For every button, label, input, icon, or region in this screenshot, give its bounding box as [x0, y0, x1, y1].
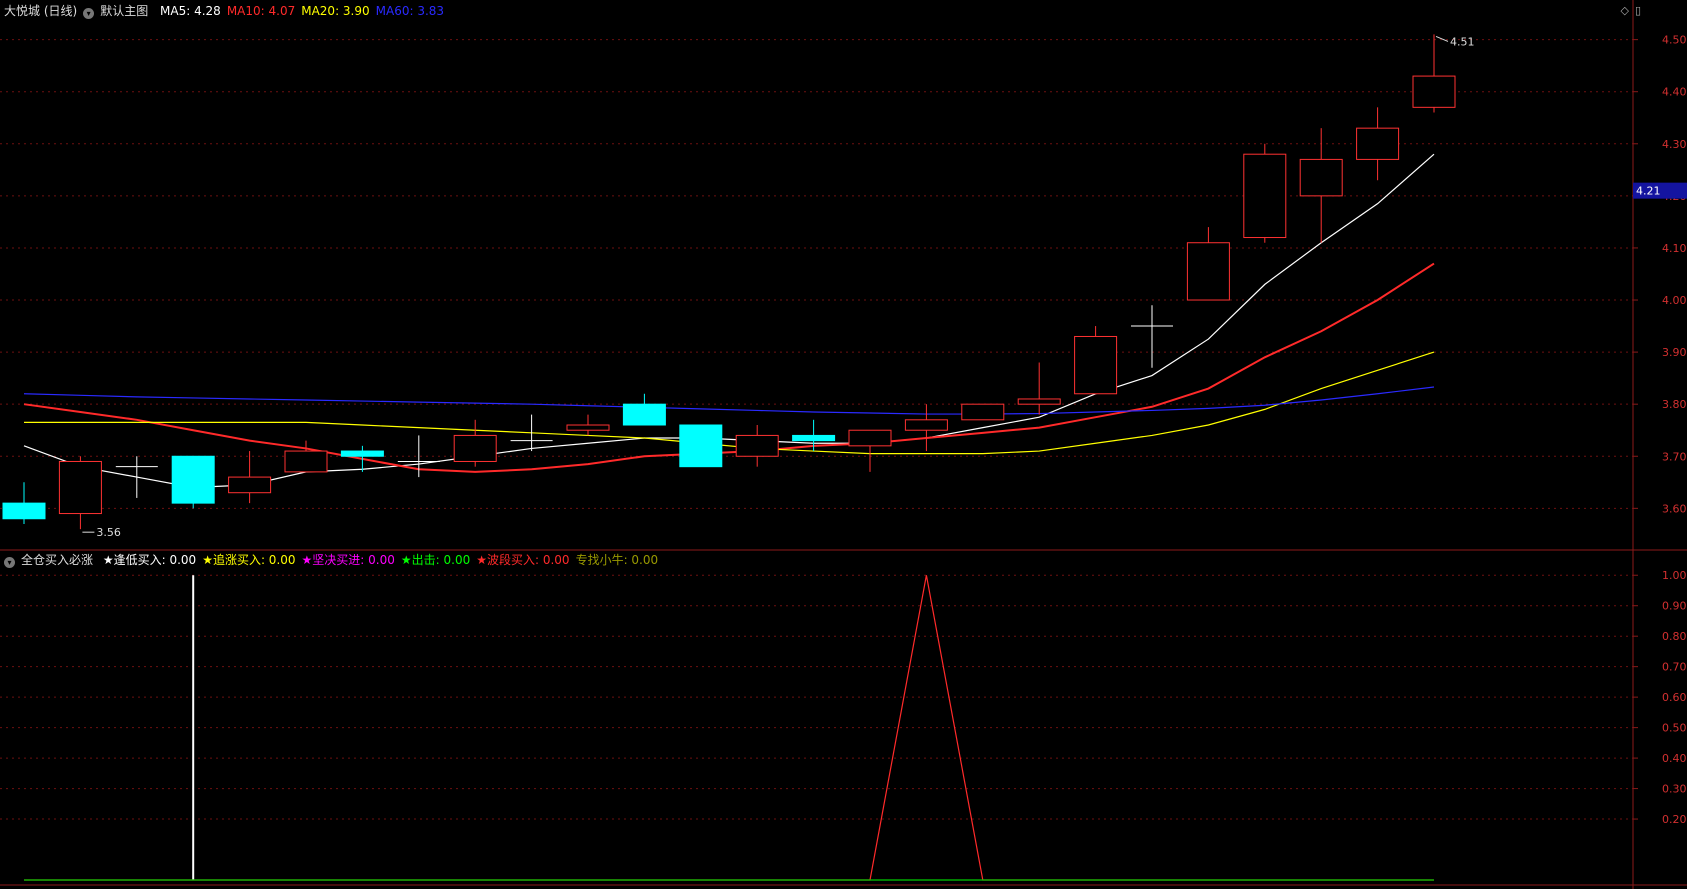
chart-canvas: 4.504.404.304.204.104.003.903.803.703.60…: [0, 0, 1687, 889]
price-tick-label: 3.60: [1662, 502, 1687, 515]
indicator-legend-item-3: ★出击: 0.00: [400, 553, 471, 567]
candle: [848, 429, 892, 472]
candle: [566, 414, 610, 436]
indicator-tick-label: 0.40: [1662, 752, 1687, 765]
candle: [1412, 34, 1456, 113]
price-tick-label: 3.90: [1662, 346, 1687, 359]
template-dropdown-icon[interactable]: ▾: [83, 8, 95, 19]
candle: [1017, 362, 1061, 415]
candle: [1131, 305, 1173, 368]
indicator-tick-label: 0.60: [1662, 691, 1687, 704]
candle: [1356, 107, 1400, 181]
candle: [904, 404, 948, 452]
candle: [228, 451, 272, 504]
indicator-tick-label: 0.80: [1662, 630, 1687, 643]
moving-average-lines: [23, 153, 1435, 489]
price-tick-label: 4.10: [1662, 242, 1687, 255]
price-tick-label: 4.00: [1662, 294, 1687, 307]
indicator-tick-label: 1.00: [1662, 569, 1687, 582]
main-title[interactable]: 大悦城 (日线): [4, 4, 77, 18]
candle: [735, 425, 779, 467]
candle: [115, 456, 158, 498]
price-tick-label: 3.80: [1662, 398, 1687, 411]
price-tick-label: 4.30: [1662, 138, 1687, 151]
price-tick-label: 4.40: [1662, 86, 1687, 99]
indicator-legend-item-1: ★追涨买入: 0.00: [202, 553, 296, 567]
ma-legend-item-3: MA60: 3.83: [375, 4, 445, 18]
candle: [510, 414, 553, 452]
candle: [679, 424, 723, 468]
high-marker-arrow: [1435, 35, 1449, 42]
candle: [1243, 143, 1287, 243]
indicator-tick-label: 0.20: [1662, 813, 1687, 826]
ma-legend-item-1: MA10: 4.07: [226, 4, 296, 18]
restore-icon[interactable]: ▯: [1635, 4, 1641, 17]
diamond-icon[interactable]: ◇: [1620, 4, 1628, 17]
candle: [622, 393, 666, 426]
candle: [171, 455, 215, 509]
window-controls: ◇ ▯: [1614, 4, 1641, 17]
indicator-legend-item-0: ★逢低买入: 0.00: [102, 553, 197, 567]
main-template[interactable]: 默认主图: [100, 4, 148, 18]
indicator-tick-label: 0.70: [1662, 661, 1687, 674]
price-tick-label: 4.50: [1662, 34, 1687, 47]
price-tick-label: 3.70: [1662, 450, 1687, 463]
ma-line-ma60: [23, 386, 1435, 415]
candlesticks: [2, 34, 1456, 530]
indicator-legend-item-5: 专找小牛: 0.00: [575, 553, 659, 567]
candle: [453, 419, 497, 467]
sub-title[interactable]: 全仓买入必涨: [21, 553, 93, 567]
candle: [1074, 326, 1118, 395]
indicator-tick-label: 0.90: [1662, 600, 1687, 613]
candle: [2, 482, 46, 524]
sub-header: ▾ 全仓买入必涨 ★逢低买入: 0.00 ★追涨买入: 0.00 ★坚决买进: 0.0…: [4, 552, 670, 568]
high-price-marker: 4.51: [1450, 35, 1475, 48]
candle: [1299, 128, 1343, 243]
candle: [1186, 227, 1230, 301]
candle: [58, 456, 102, 530]
candle: [284, 440, 328, 473]
sub-indicator-grid: [0, 574, 1633, 820]
indicator-tick-label: 0.50: [1662, 722, 1687, 735]
last-price-tag: 4.21: [1636, 185, 1661, 198]
indicator-legend-item-4: ★波段买入: 0.00: [476, 553, 570, 567]
indicator-legend-item-2: ★坚决买进: 0.00: [301, 553, 395, 567]
ma-legend-item-0: MA5: 4.28: [160, 4, 221, 18]
ma-legend-item-2: MA20: 3.90: [301, 4, 370, 18]
low-price-marker: 3.56: [96, 526, 121, 539]
candle: [961, 403, 1005, 421]
ma-legend: MA5: 4.28 MA10: 4.07 MA20: 3.90 MA60: 3.83: [160, 4, 450, 18]
indicator-legend: ★逢低买入: 0.00 ★追涨买入: 0.00 ★坚决买进: 0.00 ★出击: 0.…: [103, 553, 664, 567]
indicator-dropdown-icon[interactable]: ▾: [4, 557, 15, 568]
indicator-tick-label: 0.30: [1662, 783, 1687, 796]
main-header: 大悦城 (日线) ▾ 默认主图 MA5: 4.28 MA10: 4.07 MA20: 3…: [4, 3, 456, 19]
